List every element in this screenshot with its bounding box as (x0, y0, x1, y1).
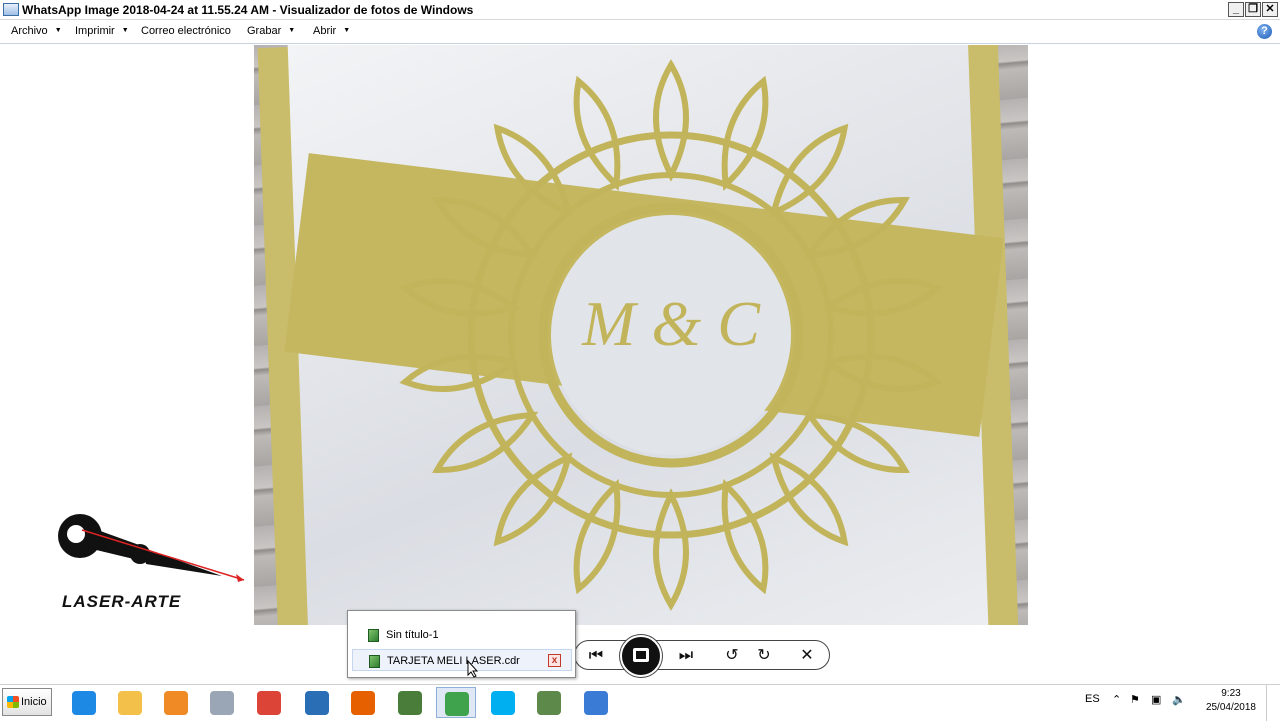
skype-icon (491, 691, 515, 715)
chevron-down-icon: ▼ (343, 27, 351, 34)
language-indicator[interactable]: ES (1085, 693, 1100, 705)
network-tray-icon[interactable]: ▣ (1151, 693, 1161, 706)
start-label: Inicio (21, 696, 47, 708)
monogram-text: M & C (581, 288, 761, 359)
mandala-petal (721, 75, 769, 191)
mandala-petal (399, 353, 521, 393)
rotate-left-icon[interactable]: ↺ (721, 645, 743, 667)
taskbar: Inicio ES ⌃ ⚑ ▣ 🔈 9:23 25/04/2018 (0, 684, 1280, 721)
minimize-button[interactable]: _ (1228, 2, 1244, 17)
corel-capture-icon (398, 691, 422, 715)
menu-correo[interactable]: Correo electrónico (141, 25, 231, 37)
file-explorer-icon (118, 691, 142, 715)
menu-archivo[interactable]: Archivo ▼ (11, 25, 62, 37)
close-button[interactable]: ✕ (1262, 2, 1278, 17)
close-icon[interactable]: x (548, 654, 561, 667)
mandala-petal (721, 479, 769, 595)
mouse-cursor-icon (467, 660, 479, 678)
taskbar-jumplist-popup: Sin título-1 TARJETA MELI LASER.cdr x (347, 610, 576, 678)
coreldraw-file-icon (369, 655, 380, 668)
title-bar[interactable]: WhatsApp Image 2018-04-24 at 11.55.24 AM… (0, 0, 1280, 20)
taskbar-photo-viewer-button[interactable] (576, 687, 616, 718)
chrome-icon (257, 691, 281, 715)
menu-imprimir[interactable]: Imprimir ▼ (75, 25, 129, 37)
menu-grabar[interactable]: Grabar ▼ (247, 25, 295, 37)
rotate-right-icon[interactable]: ↻ (753, 645, 775, 667)
photo-viewer-app-icon (3, 3, 19, 16)
mandala-petal (769, 452, 849, 547)
taskbar-skype-button[interactable] (483, 687, 523, 718)
mandala-petal (493, 123, 573, 218)
start-button[interactable]: Inicio (2, 688, 52, 716)
mandala-petal (769, 123, 849, 218)
show-desktop-button[interactable] (1266, 685, 1280, 721)
system-clock[interactable]: 9:23 25/04/2018 (1206, 687, 1256, 715)
taskbar-corel-capture-button[interactable] (390, 687, 430, 718)
viewer-controls: ⏮ ⏭ ↺ ↻ ✕ (574, 640, 830, 670)
help-icon[interactable]: ? (1257, 24, 1272, 39)
network-icon (305, 691, 329, 715)
volume-icon[interactable]: 🔈 (1172, 693, 1186, 706)
menu-abrir[interactable]: Abrir ▼ (313, 25, 350, 37)
window-title: WhatsApp Image 2018-04-24 at 11.55.24 AM… (22, 3, 474, 17)
chevron-down-icon: ▼ (121, 27, 129, 34)
jumplist-item-label: TARJETA MELI LASER.cdr (387, 655, 520, 667)
slideshow-icon (633, 648, 649, 662)
restore-button[interactable]: ❐ (1245, 2, 1261, 17)
jumplist-item-label: Sin título-1 (386, 629, 439, 641)
mandala-petal (399, 277, 521, 317)
taskbar-chrome-button[interactable] (249, 687, 289, 718)
displayed-photo: M & C (254, 45, 1028, 625)
taskbar-media-player-button[interactable] (156, 687, 196, 718)
media-player-icon (164, 691, 188, 715)
taskbar-internet-explorer-button[interactable] (64, 687, 104, 718)
logo-text: LASER-ARTE (62, 592, 182, 611)
chevron-down-icon: ▼ (54, 27, 62, 34)
action-center-flag-icon[interactable]: ⚑ (1130, 693, 1140, 706)
taskbar-coreldraw-button[interactable] (436, 687, 476, 718)
calculator-icon (210, 691, 234, 715)
mandala-petal (573, 479, 621, 595)
taskbar-calculator-button[interactable] (202, 687, 242, 718)
internet-explorer-icon (72, 691, 96, 715)
jumplist-item[interactable]: Sin título-1 (352, 624, 572, 646)
show-hidden-icons-icon[interactable]: ⌃ (1112, 693, 1121, 706)
slideshow-button[interactable] (620, 635, 662, 677)
corel-photo-icon (537, 691, 561, 715)
mandala-petal (821, 277, 943, 317)
next-icon[interactable]: ⏭ (675, 645, 697, 667)
jumplist-item[interactable]: TARJETA MELI LASER.cdr x (352, 649, 572, 671)
coreldraw-file-icon (368, 629, 379, 642)
mandala-petal (493, 452, 573, 547)
coreldraw-icon (445, 692, 469, 716)
mandala-petal (821, 353, 943, 393)
photo-viewer-window: WhatsApp Image 2018-04-24 at 11.55.24 AM… (0, 0, 1280, 684)
mandala-petal (653, 488, 689, 611)
menu-bar: Archivo ▼ Imprimir ▼ Correo electrónico Gr… (0, 20, 1280, 44)
taskbar-firefox-button[interactable] (343, 687, 383, 718)
firefox-icon (351, 691, 375, 715)
chevron-down-icon: ▼ (288, 27, 296, 34)
previous-icon[interactable]: ⏮ (585, 645, 607, 667)
clock-date: 25/04/2018 (1205, 702, 1256, 713)
mandala-lasercut: M & C (399, 59, 943, 611)
taskbar-file-explorer-button[interactable] (110, 687, 150, 718)
mandala-petal (653, 59, 689, 182)
mandala-petal (573, 75, 621, 191)
windows-logo-icon (7, 696, 19, 708)
clock-time: 9:23 (1221, 688, 1241, 699)
taskbar-network-button[interactable] (297, 687, 337, 718)
photo-viewer-icon (584, 691, 608, 715)
taskbar-corel-photo-button[interactable] (529, 687, 569, 718)
delete-icon[interactable]: ✕ (796, 645, 818, 667)
